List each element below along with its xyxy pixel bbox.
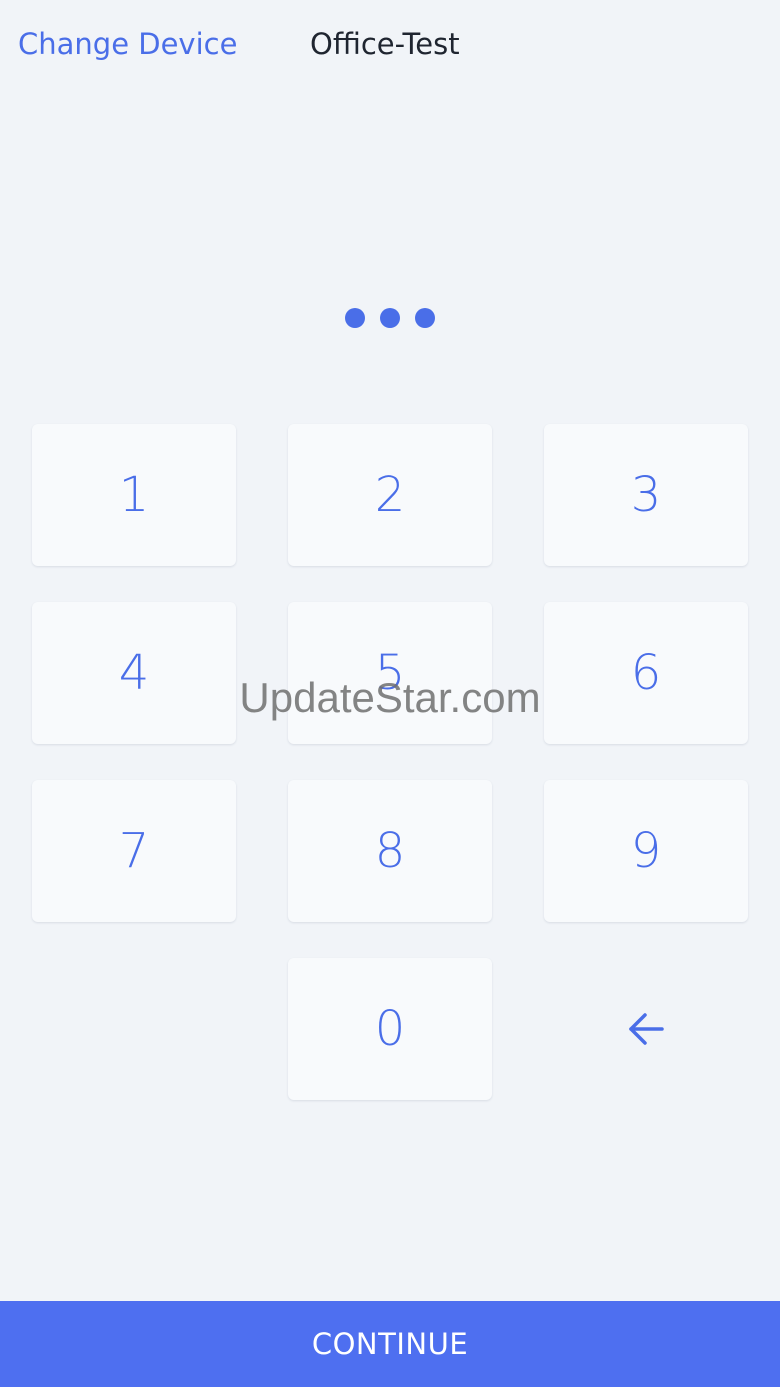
- backspace-button[interactable]: [544, 958, 748, 1100]
- pin-dot: [345, 308, 365, 328]
- key-5[interactable]: 5: [288, 602, 492, 744]
- change-device-link[interactable]: Change Device: [18, 24, 237, 64]
- continue-button[interactable]: CONTINUE: [0, 1301, 780, 1387]
- key-7[interactable]: 7: [32, 780, 236, 922]
- pin-indicator: [0, 308, 780, 328]
- key-8[interactable]: 8: [288, 780, 492, 922]
- key-4[interactable]: 4: [32, 602, 236, 744]
- key-3[interactable]: 3: [544, 424, 748, 566]
- key-9[interactable]: 9: [544, 780, 748, 922]
- device-name: Office-Test: [310, 27, 460, 61]
- pin-dot: [380, 308, 400, 328]
- key-1[interactable]: 1: [32, 424, 236, 566]
- key-2[interactable]: 2: [288, 424, 492, 566]
- top-bar: Change Device Office-Test: [0, 0, 780, 90]
- pin-dot: [415, 308, 435, 328]
- key-6[interactable]: 6: [544, 602, 748, 744]
- key-0[interactable]: 0: [288, 958, 492, 1100]
- arrow-left-icon: [629, 1013, 664, 1045]
